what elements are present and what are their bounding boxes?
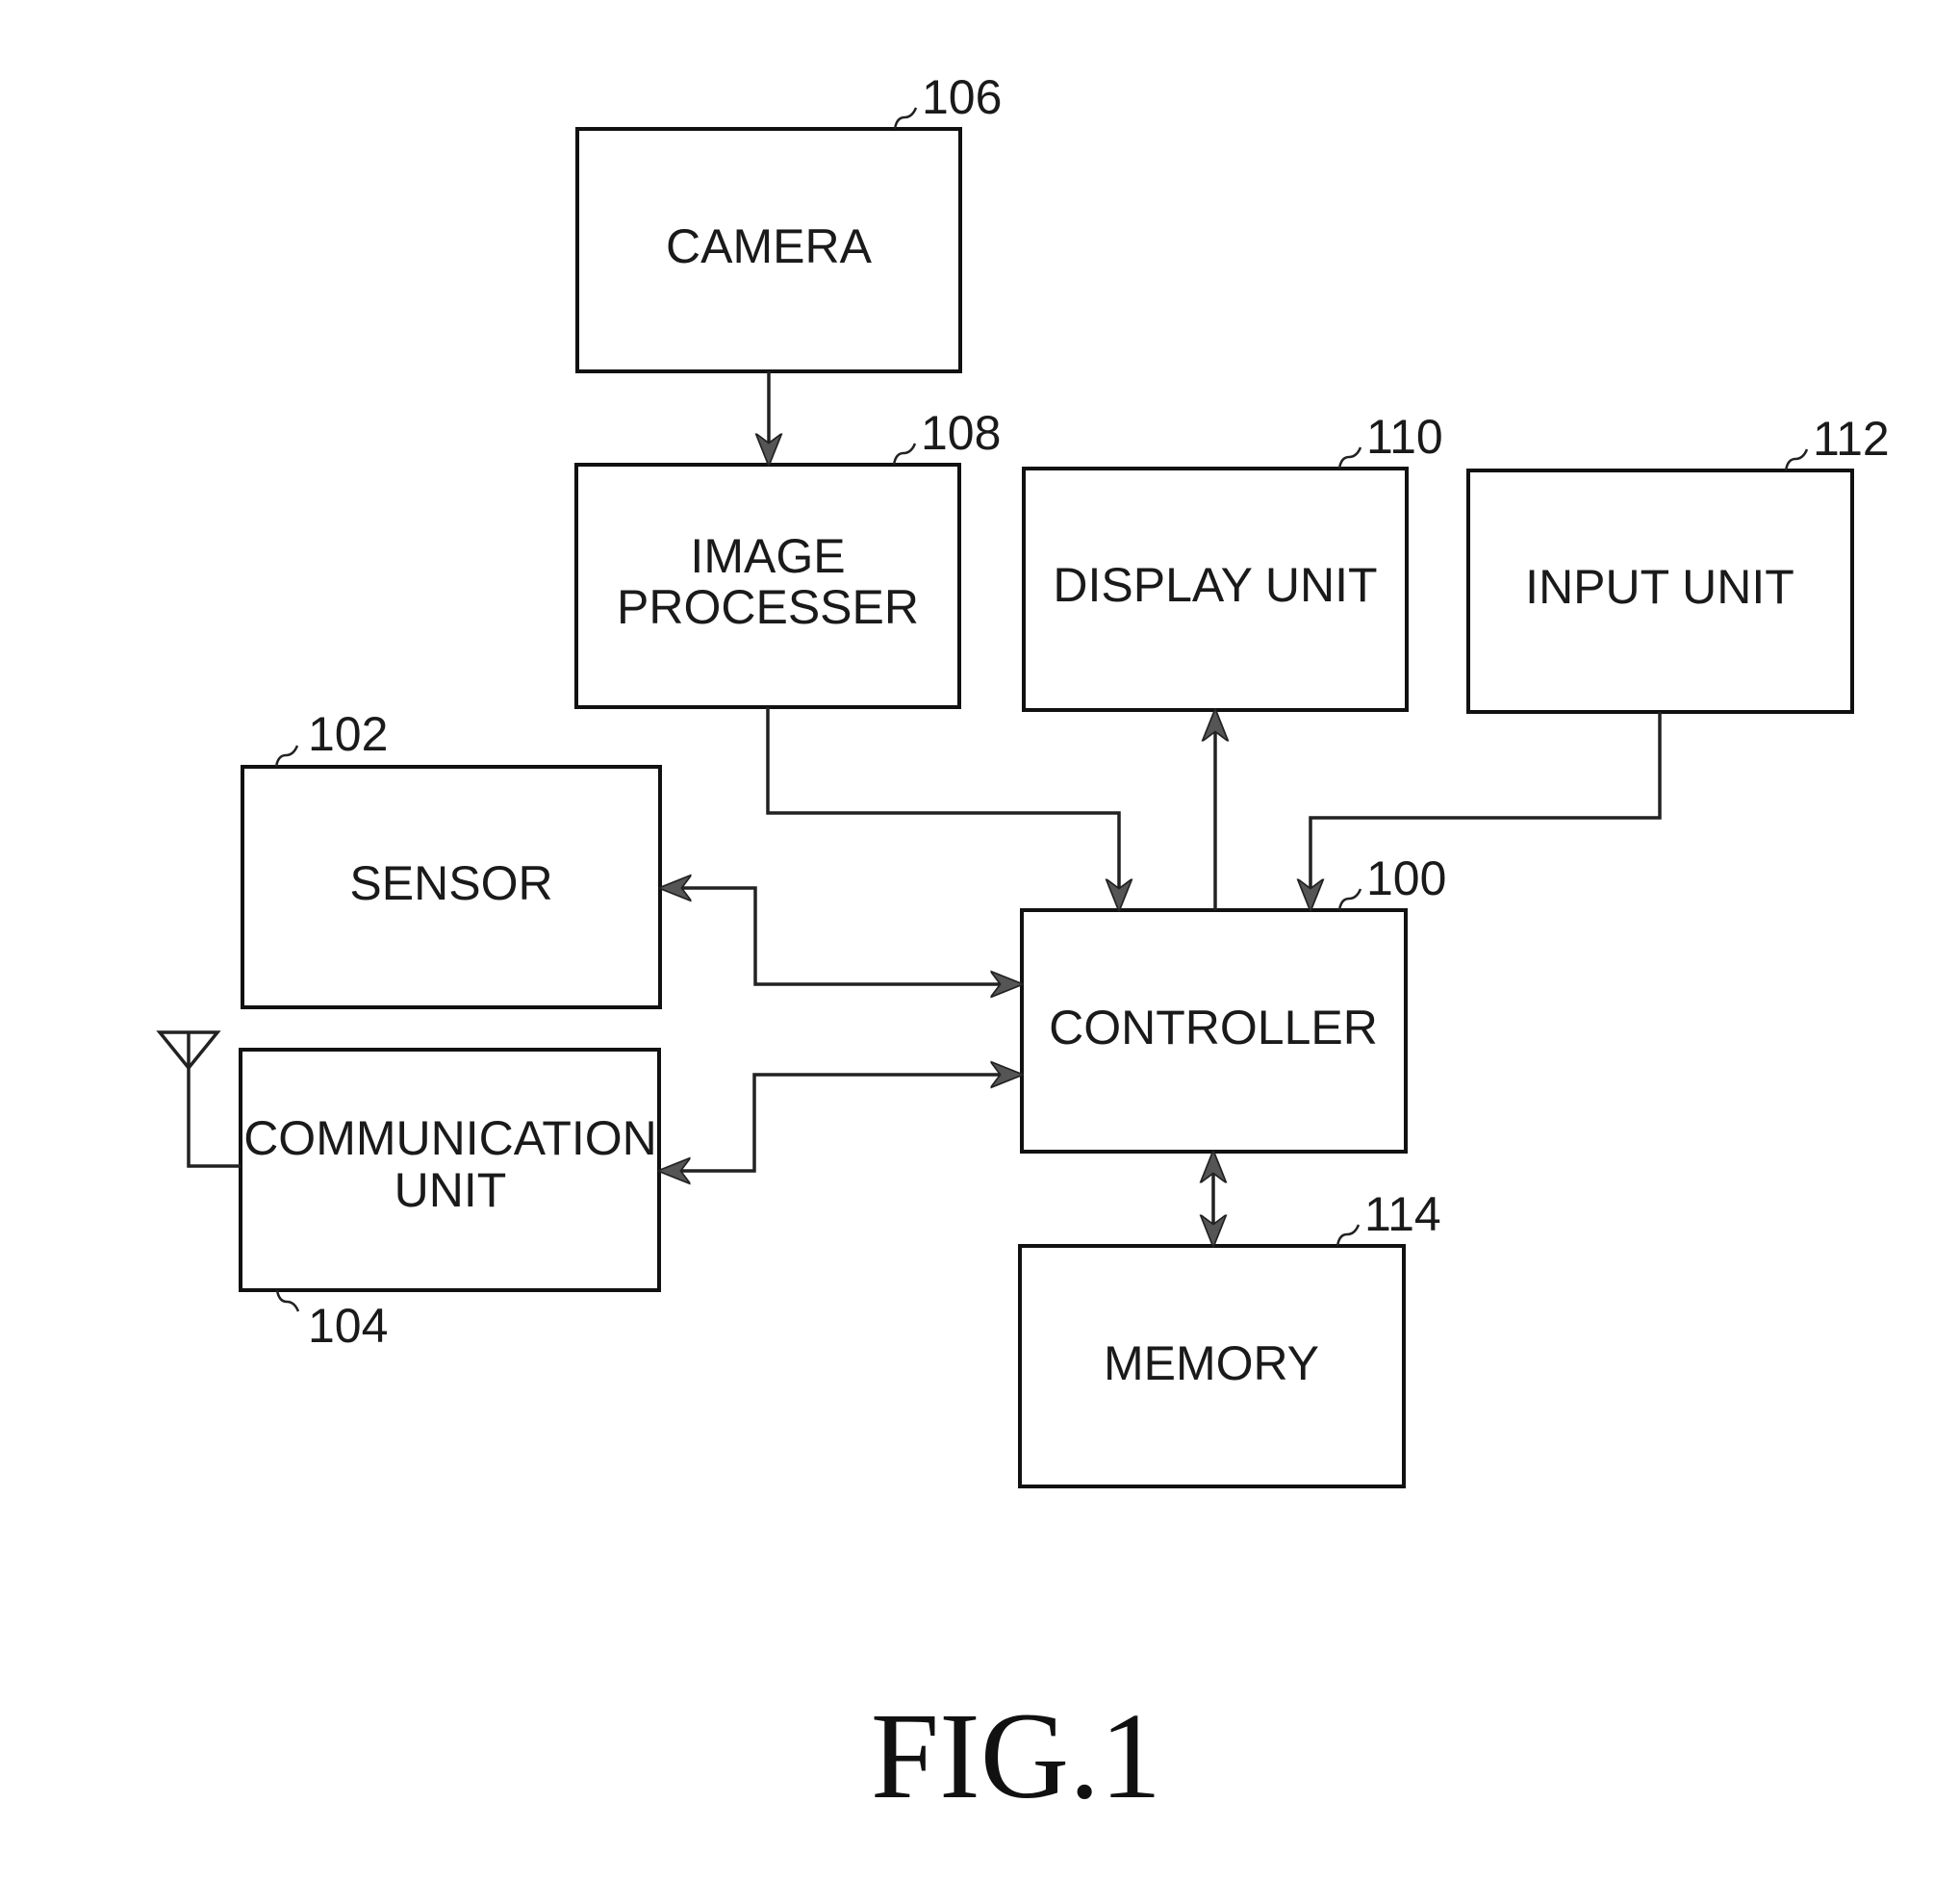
block-label-line2: UNIT — [394, 1163, 507, 1217]
svg-text:112: 112 — [1813, 412, 1890, 466]
svg-text:106: 106 — [922, 70, 1002, 124]
connector-controller-communication — [661, 1075, 1020, 1171]
block-diagram: CAMERA IMAGE PROCESSER DISPLAY UNIT INPU… — [156, 70, 1890, 1824]
block-sensor: SENSOR — [241, 765, 662, 1009]
svg-text:104: 104 — [308, 1299, 388, 1353]
block-label: INPUT UNIT — [1525, 560, 1794, 614]
block-input-unit: INPUT UNIT — [1466, 469, 1854, 714]
ref-106: 106 — [893, 70, 1002, 130]
block-memory: MEMORY — [1018, 1244, 1406, 1488]
block-communication-unit: COMMUNICATION UNIT — [239, 1048, 661, 1292]
svg-text:110: 110 — [1366, 410, 1443, 464]
connector-controller-sensor — [662, 888, 1020, 984]
svg-text:114: 114 — [1364, 1187, 1441, 1241]
block-label: CAMERA — [666, 219, 873, 273]
connector-input-to-controller — [1310, 712, 1662, 908]
block-display-unit: DISPLAY UNIT — [1022, 467, 1409, 712]
ref-104: 104 — [275, 1289, 388, 1353]
ref-108: 108 — [892, 406, 1001, 466]
block-camera: CAMERA — [575, 127, 962, 373]
block-label: SENSOR — [349, 856, 552, 910]
ref-110: 110 — [1337, 410, 1443, 470]
ref-102: 102 — [274, 707, 388, 768]
svg-text:100: 100 — [1366, 851, 1446, 905]
ref-112: 112 — [1784, 412, 1890, 471]
block-label-line2: PROCESSER — [617, 580, 919, 634]
block-label: MEMORY — [1104, 1336, 1319, 1390]
block-controller: CONTROLLER — [1020, 908, 1408, 1154]
block-label-line1: COMMUNICATION — [243, 1111, 657, 1165]
block-label: DISPLAY UNIT — [1053, 558, 1377, 612]
ref-100: 100 — [1337, 851, 1446, 911]
svg-text:102: 102 — [308, 707, 388, 761]
connector-image-processor-to-controller — [766, 707, 1119, 908]
block-label-line1: IMAGE — [690, 529, 845, 583]
ref-114: 114 — [1336, 1187, 1441, 1247]
svg-text:108: 108 — [921, 406, 1001, 460]
block-image-processor: IMAGE PROCESSER — [574, 463, 961, 709]
antenna-icon — [156, 1030, 241, 1168]
block-label: CONTROLLER — [1049, 1001, 1378, 1054]
figure-caption: FIG.1 — [871, 1688, 1161, 1824]
